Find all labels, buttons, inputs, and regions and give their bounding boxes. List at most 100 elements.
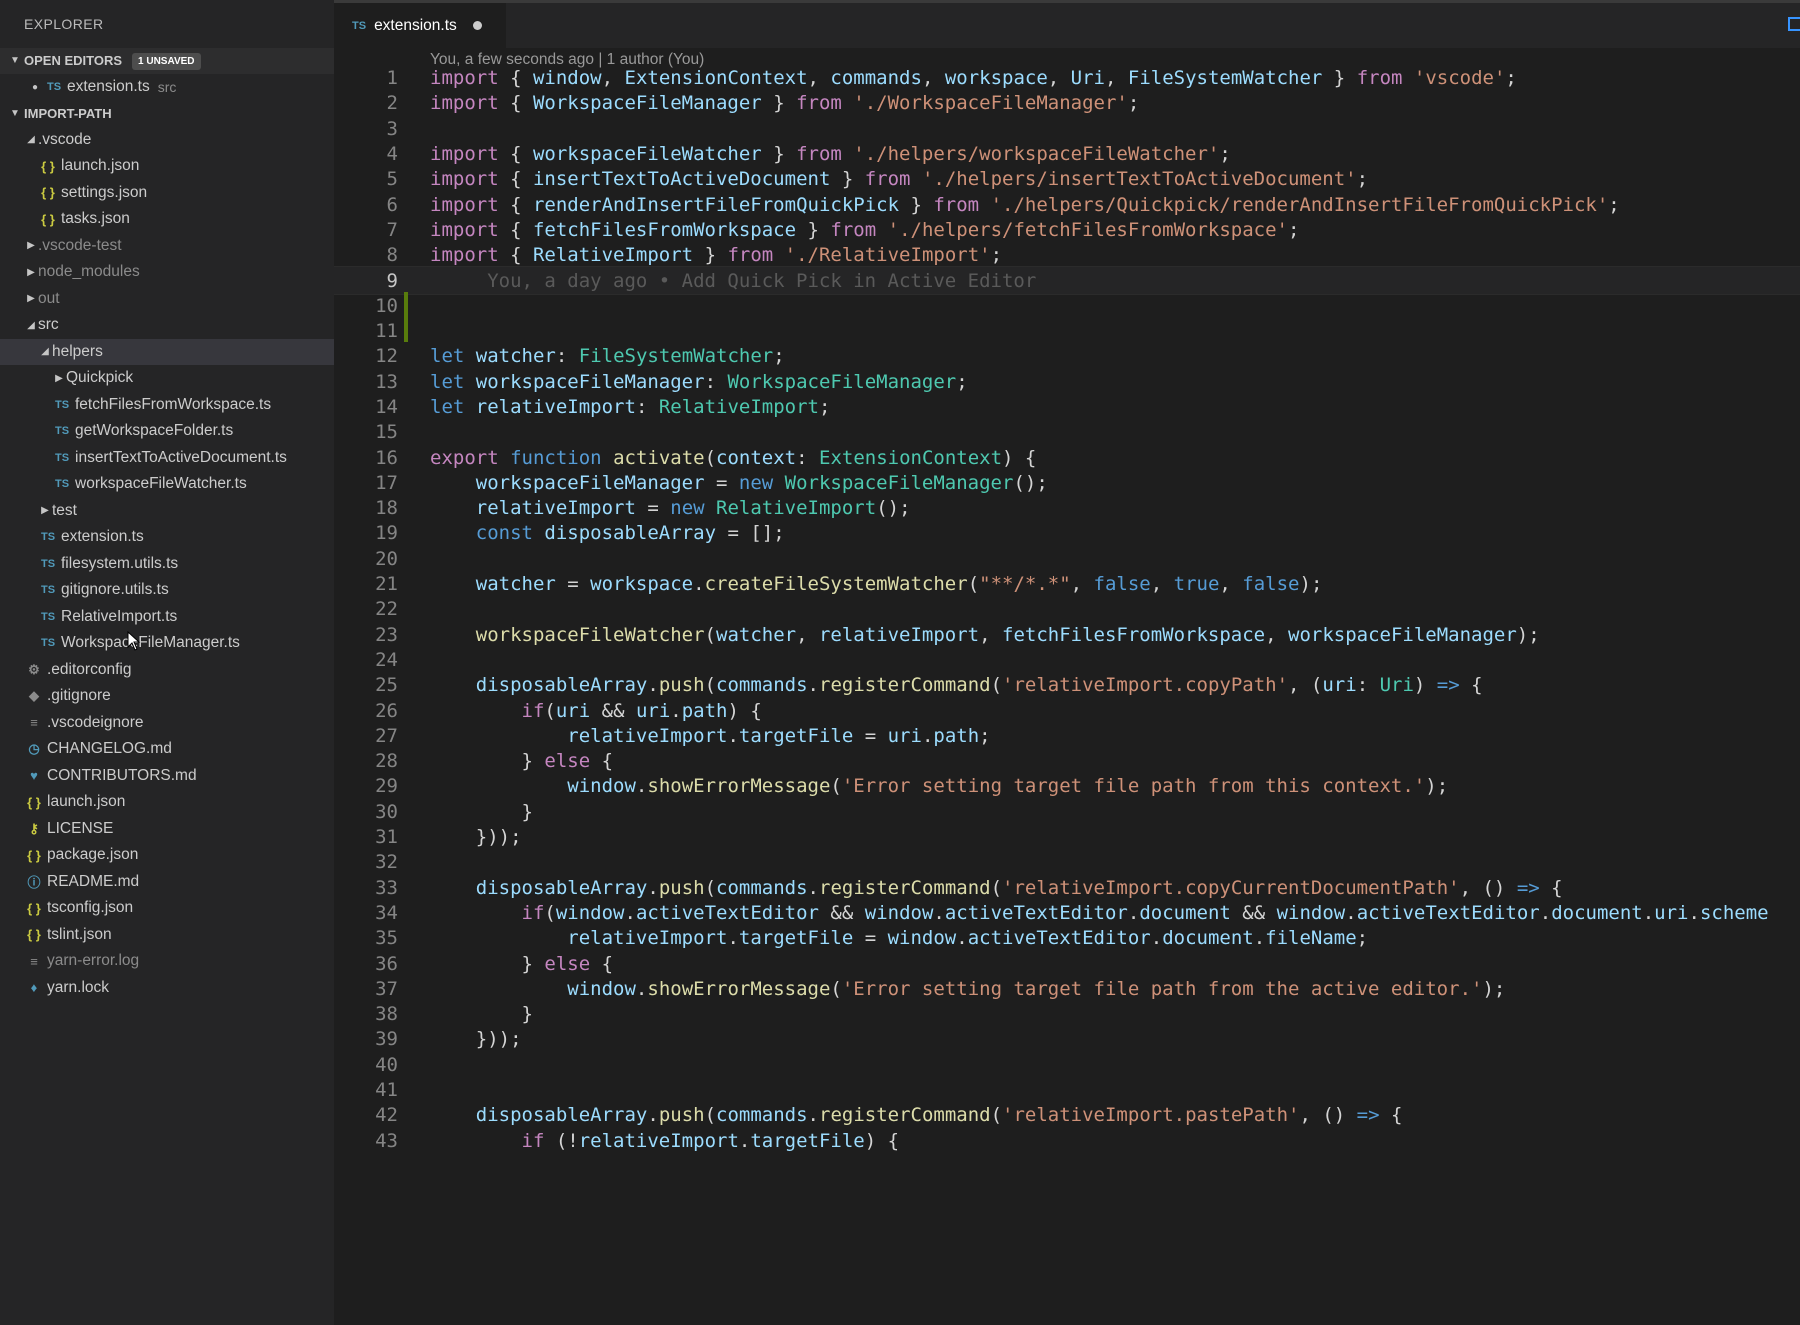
code-token: fetchFilesFromWorkspace: [532, 218, 797, 241]
code-token: commands: [830, 67, 922, 89]
tree-file[interactable]: TS RelativeImport.ts: [0, 604, 334, 631]
code-token: from: [933, 193, 980, 216]
typescript-file-icon: TS: [54, 478, 70, 491]
code-token: disposableArray: [475, 674, 648, 697]
tree-folder[interactable]: ▶ .vscode-test: [0, 233, 334, 260]
code-token: {: [498, 168, 533, 191]
code-token: from: [796, 142, 842, 165]
tree-folder[interactable]: ◢ src: [0, 312, 334, 339]
tree-item-label: filesystem.utils.ts: [61, 554, 179, 572]
tree-folder[interactable]: ◢ .vscode: [0, 127, 334, 154]
tree-file[interactable]: ≡ yarn-error.log: [0, 948, 334, 975]
code-token: if: [521, 1129, 545, 1152]
tree-file[interactable]: { } package.json: [0, 842, 334, 869]
tree-folder[interactable]: ▶ Quickpick: [0, 365, 334, 392]
code-token: push: [658, 1104, 705, 1127]
git-added-gutter[interactable]: [404, 317, 408, 343]
tree-file[interactable]: { } tslint.json: [0, 922, 334, 949]
open-editor-item[interactable]: ● TS extension.ts src: [0, 74, 334, 101]
code-token: workspaceFileWatcher: [532, 142, 762, 165]
tree-file[interactable]: ♦ yarn.lock: [0, 975, 334, 1002]
tree-file[interactable]: TS insertTextToActiveDocument.ts: [0, 445, 334, 472]
code-token: {: [498, 92, 533, 115]
code-token: .: [1539, 901, 1552, 924]
yarn-icon: ♦: [30, 980, 38, 996]
tree-folder[interactable]: ▶ test: [0, 498, 334, 525]
typescript-file-icon: TS: [40, 637, 56, 650]
code-token: if: [521, 901, 545, 924]
open-changes-icon[interactable]: [1788, 17, 1800, 31]
code-token: import: [430, 218, 499, 241]
contributors-icon: ♥: [30, 768, 38, 784]
tree-folder[interactable]: ▶ out: [0, 286, 334, 313]
code-token: ;: [1356, 168, 1369, 191]
code-token: );: [1425, 775, 1449, 798]
unsaved-dot-icon[interactable]: ●: [26, 82, 44, 93]
tree-file[interactable]: ⚙ .editorconfig: [0, 657, 334, 684]
git-added-gutter[interactable]: [404, 291, 408, 317]
code-token: showErrorMessage: [647, 775, 831, 798]
unsaved-dot-icon[interactable]: [472, 21, 482, 30]
tree-file[interactable]: ◷ CHANGELOG.md: [0, 736, 334, 763]
code-token: insertTextToActiveDocument: [532, 168, 831, 191]
code-token: context: [716, 446, 797, 469]
tree-folder[interactable]: ◢ helpers: [0, 338, 334, 365]
code-token: , (: [1288, 674, 1323, 697]
git-blame-annotation: You, a day ago • Add Quick Pick in Activ…: [430, 270, 1037, 293]
json-file-icon: { }: [41, 211, 55, 227]
code-token: import: [430, 142, 499, 165]
tree-file[interactable]: TS WorkspaceFileManager.ts: [0, 630, 334, 657]
open-editors-label: OPEN EDITORS: [24, 53, 123, 68]
code-token: import: [430, 168, 499, 191]
code-token: commands: [716, 876, 808, 899]
tree-item-label: tsconfig.json: [47, 899, 134, 917]
tree-file[interactable]: { } launch.json: [0, 789, 334, 816]
code-token: .: [807, 1104, 819, 1127]
tree-folder[interactable]: ▶ node_modules: [0, 259, 334, 286]
typescript-file-icon: TS: [54, 398, 70, 411]
tree-file[interactable]: ⚷ LICENSE: [0, 816, 334, 843]
tree-item-label: launch.json: [47, 793, 126, 811]
tree-item-label: .gitignore: [47, 687, 111, 705]
project-header[interactable]: ▼ IMPORT-PATH: [0, 101, 334, 127]
file-tree: ◢ .vscode{ } launch.json{ } settings.json{ …: [0, 127, 334, 1002]
code-token: =>: [1356, 1104, 1380, 1127]
code-token: window: [567, 775, 636, 798]
tree-file[interactable]: ♥ CONTRIBUTORS.md: [0, 763, 334, 790]
tree-file[interactable]: ≡ .vscodeignore: [0, 710, 334, 737]
tab-extension-ts[interactable]: TS extension.ts: [334, 3, 506, 48]
tree-file[interactable]: TS getWorkspaceFolder.ts: [0, 418, 334, 445]
tree-file[interactable]: ⓘ README.md: [0, 869, 334, 896]
tree-file[interactable]: { } launch.json: [0, 153, 334, 180]
tree-file[interactable]: TS gitignore.utils.ts: [0, 577, 334, 604]
code-token: }: [761, 142, 797, 165]
code-token: document: [1139, 901, 1231, 924]
tree-file[interactable]: { } tasks.json: [0, 206, 334, 233]
code-token: (: [704, 876, 717, 899]
code-token: (: [704, 623, 716, 646]
code-token: ;: [956, 370, 968, 393]
tree-file[interactable]: TS workspaceFileWatcher.ts: [0, 471, 334, 498]
code-token: fetchFilesFromWorkspace: [1002, 623, 1266, 646]
tree-item-label: yarn.lock: [47, 978, 110, 996]
tree-file[interactable]: ◆ .gitignore: [0, 683, 334, 710]
open-editors-header[interactable]: ▼ OPEN EDITORS 1 UNSAVED: [0, 48, 334, 74]
tree-item-label: extension.ts: [61, 528, 144, 546]
tree-file[interactable]: TS fetchFilesFromWorkspace.ts: [0, 392, 334, 419]
code-line[interactable]: 43 if (!relativeImport.targetFile) {: [334, 1127, 1800, 1156]
code-token: ;: [1219, 142, 1231, 165]
code-editor[interactable]: You, a few seconds ago | 1 author (You) …: [334, 48, 1800, 1325]
tree-file[interactable]: TS filesystem.utils.ts: [0, 551, 334, 578]
code-token: workspaceFileManager: [475, 471, 705, 494]
tree-file[interactable]: { } settings.json: [0, 180, 334, 207]
code-token: (: [704, 674, 717, 697]
code-token: workspaceFileWatcher: [475, 623, 705, 646]
tree-file[interactable]: { } tsconfig.json: [0, 895, 334, 922]
code-token: disposableArray: [544, 522, 717, 545]
tree-file[interactable]: TS extension.ts: [0, 524, 334, 551]
